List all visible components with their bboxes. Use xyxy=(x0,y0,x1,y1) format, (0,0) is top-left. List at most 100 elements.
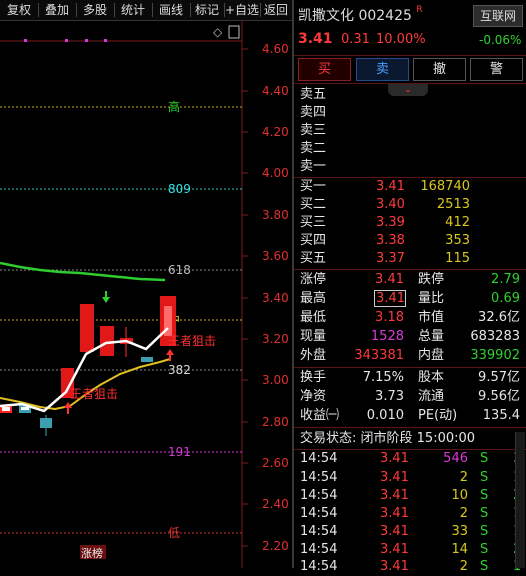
stock-name: 凯撒文化 xyxy=(298,8,354,24)
buy-level-volume: 115 xyxy=(445,251,470,266)
toolbar-fuquan[interactable]: 复权 xyxy=(2,2,36,18)
total-equity-value: 9.57亿 xyxy=(478,370,520,385)
quote-label: 市值 xyxy=(418,310,445,325)
toolbar-multi-stock[interactable]: 多股 xyxy=(78,2,112,18)
low-label: 低 xyxy=(168,526,180,540)
pe-value: 135.4 xyxy=(482,408,520,423)
sell-level-label: 卖二 xyxy=(300,141,327,156)
quote-label: PE(动) xyxy=(418,408,458,423)
eps-value: 0.010 xyxy=(366,408,404,423)
gainers-badge[interactable]: 涨榜 xyxy=(81,546,103,560)
toolbar-mark[interactable]: 标记 xyxy=(191,2,223,18)
price-tick: 4.00 xyxy=(262,166,289,180)
price-tick: 4.60 xyxy=(262,42,289,56)
outer-volume-value: 343381 xyxy=(354,348,404,363)
high-value: 3.41 xyxy=(374,290,406,307)
buy-level-label: 买三 xyxy=(300,215,327,230)
tick-price: 3.41 xyxy=(380,470,409,485)
chart-toolbar: 复权 叠加 多股 统计 画线 标记 +自选 返回 xyxy=(0,0,292,21)
sell-level-label: 卖一 xyxy=(300,159,327,174)
stock-title: 凯撒文化 002425 R xyxy=(298,5,423,25)
quote-label: 涨停 xyxy=(300,272,327,287)
cancel-order-button[interactable]: 撤 xyxy=(413,58,466,81)
stock-code: 002425 xyxy=(358,8,412,24)
chevron-down-icon[interactable]: ⌄ xyxy=(388,84,428,96)
price-tick: 3.40 xyxy=(262,291,289,305)
kline-chart[interactable]: ◇ 4.60 4.40 4.20 4.00 3.80 3.60 3.40 3.2… xyxy=(0,21,292,568)
buy-level-volume: 2513 xyxy=(436,197,470,212)
float-shares-value: 9.56亿 xyxy=(478,389,520,404)
price-change: 0.31 xyxy=(341,32,370,47)
buy-level-price: 3.40 xyxy=(376,197,405,212)
tick-volume: 10 xyxy=(451,488,468,503)
price-tick: 3.60 xyxy=(262,249,289,263)
tick-scrollbar[interactable] xyxy=(515,432,525,568)
tick-price: 3.41 xyxy=(380,451,409,466)
last-price: 3.41 xyxy=(298,31,333,47)
margin-flag: R xyxy=(416,5,423,15)
buy-level-price: 3.39 xyxy=(376,215,405,230)
tick-time: 14:54 xyxy=(300,451,338,466)
current-volume-value: 1528 xyxy=(370,329,404,344)
sell-level-label: 卖三 xyxy=(300,123,327,138)
quote-label: 收益㈠ xyxy=(300,408,340,423)
quote-label: 流通 xyxy=(418,389,445,404)
tick-side: S xyxy=(480,524,489,539)
buy-level-label: 买四 xyxy=(300,233,327,248)
buy-button[interactable]: 买 xyxy=(298,58,351,81)
limit-down-value: 2.79 xyxy=(491,272,520,287)
sell-button[interactable]: 卖 xyxy=(356,58,409,81)
high-label: 高 xyxy=(168,99,180,114)
sniper-annotation: 王者狙击 xyxy=(70,387,118,401)
toolbar-add-watchlist[interactable]: +自选 xyxy=(224,2,260,18)
fib-618-label: 618 xyxy=(168,263,191,277)
tick-time: 14:54 xyxy=(300,559,338,574)
tick-time: 14:54 xyxy=(300,470,338,485)
quote-label: 最高 xyxy=(300,291,327,306)
price-tick: 4.40 xyxy=(262,84,289,98)
toolbar-draw-line[interactable]: 画线 xyxy=(154,2,188,18)
price-tick: 4.20 xyxy=(262,125,289,139)
tick-time: 14:54 xyxy=(300,524,338,539)
tick-side: S xyxy=(480,559,489,574)
price-change-pct: 10.00% xyxy=(376,32,426,47)
alert-button[interactable]: 警 xyxy=(470,58,523,81)
quote-label: 跌停 xyxy=(418,272,445,287)
total-volume-value: 683283 xyxy=(470,329,520,344)
quote-label: 内盘 xyxy=(418,348,445,363)
tick-volume: 2 xyxy=(459,470,468,485)
toolbar-statistics[interactable]: 统计 xyxy=(116,2,150,18)
quote-label: 外盘 xyxy=(300,348,327,363)
tick-volume: 2 xyxy=(459,506,468,521)
price-tick: 3.00 xyxy=(262,373,289,387)
market-cap-value: 32.6亿 xyxy=(478,310,520,325)
fib-382-label: 382 xyxy=(168,363,191,377)
quote-label: 总量 xyxy=(418,329,445,344)
tick-price: 3.41 xyxy=(380,559,409,574)
tick-price: 3.41 xyxy=(380,488,409,503)
trade-status-value: 闭市阶段 15:00:00 xyxy=(360,431,476,446)
toolbar-overlay[interactable]: 叠加 xyxy=(40,2,74,18)
price-tick: 3.20 xyxy=(262,332,289,346)
fib-191-label: 191 xyxy=(168,445,191,459)
tick-price: 3.41 xyxy=(380,506,409,521)
price-tick: 2.20 xyxy=(262,539,289,553)
quote-label: 最低 xyxy=(300,310,327,325)
buy-level-label: 买五 xyxy=(300,251,327,266)
sniper-annotation: 王者狙击 xyxy=(168,334,216,348)
inner-volume-value: 339902 xyxy=(470,348,520,363)
quote-label: 股本 xyxy=(418,370,445,385)
diamond-icon[interactable]: ◇ xyxy=(213,25,223,39)
toolbar-back[interactable]: 返回 xyxy=(261,2,291,18)
sector-button[interactable]: 互联网 xyxy=(473,5,523,27)
buy-level-price: 3.41 xyxy=(376,179,405,194)
quote-label: 现量 xyxy=(300,329,327,344)
quote-label: 量比 xyxy=(418,291,445,306)
quote-label: 换手 xyxy=(300,370,327,385)
tick-side: S xyxy=(480,488,489,503)
quote-label: 净资 xyxy=(300,389,327,404)
tick-volume: 14 xyxy=(451,542,468,557)
buy-level-volume: 168740 xyxy=(420,179,470,194)
tick-side: S xyxy=(480,506,489,521)
trade-status: 交易状态: 闭市阶段 15:00:00 xyxy=(300,430,475,448)
